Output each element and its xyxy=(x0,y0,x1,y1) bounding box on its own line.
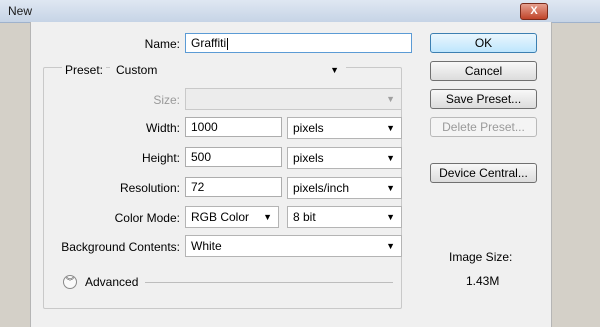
name-label: Name: xyxy=(144,37,180,51)
title-bar: New X xyxy=(0,0,600,23)
height-unit-value: pixels xyxy=(293,151,324,165)
preset-value: Custom xyxy=(116,63,158,77)
advanced-toggle-button[interactable]: ︾ xyxy=(63,275,77,289)
chevron-down-icon: ▼ xyxy=(386,94,395,104)
chevron-down-icon: ▼ xyxy=(386,183,395,193)
window-title: New xyxy=(8,4,33,18)
advanced-label: Advanced xyxy=(85,275,139,289)
chevron-down-icon: ▼ xyxy=(386,153,395,163)
resolution-field[interactable]: 72 xyxy=(185,177,282,197)
chevron-down-icon: ▼ xyxy=(386,241,395,251)
size-dropdown: ▼ xyxy=(185,88,402,110)
resolution-unit-dropdown[interactable]: pixels/inch ▼ xyxy=(287,177,402,199)
color-mode-dropdown[interactable]: RGB Color ▼ xyxy=(185,206,279,228)
advanced-divider xyxy=(145,282,393,283)
background-contents-value: White xyxy=(191,239,222,253)
preset-label: Preset: xyxy=(62,63,107,77)
chevron-down-icon: ▼ xyxy=(263,212,272,222)
width-value: 1000 xyxy=(191,120,218,134)
name-field[interactable]: Graffiti xyxy=(185,33,412,53)
width-unit-dropdown[interactable]: pixels ▼ xyxy=(287,117,402,139)
chevron-down-icon: ▼ xyxy=(386,123,395,133)
background-contents-label: Background Contents: xyxy=(61,240,180,254)
resolution-label: Resolution: xyxy=(119,181,180,195)
text-caret xyxy=(227,37,229,50)
chevron-down-icon: ▼ xyxy=(386,212,395,222)
height-value: 500 xyxy=(191,150,212,164)
height-label: Height: xyxy=(141,151,180,165)
height-unit-dropdown[interactable]: pixels ▼ xyxy=(287,147,402,169)
chevron-double-down-icon: ︾ xyxy=(66,277,74,286)
ok-button[interactable]: OK xyxy=(430,33,537,53)
close-button[interactable]: X xyxy=(520,3,548,20)
color-mode-label: Color Mode: xyxy=(114,211,180,225)
close-icon: X xyxy=(530,5,538,17)
delete-preset-button: Delete Preset... xyxy=(430,117,537,137)
preset-dropdown[interactable]: Custom ▼ xyxy=(110,59,346,81)
cancel-button[interactable]: Cancel xyxy=(430,61,537,81)
resolution-value: 72 xyxy=(191,180,205,194)
chevron-down-icon: ▼ xyxy=(330,65,339,75)
device-central-button[interactable]: Device Central... xyxy=(430,163,537,183)
width-label: Width: xyxy=(145,121,180,135)
save-preset-button[interactable]: Save Preset... xyxy=(430,89,537,109)
color-mode-value: RGB Color xyxy=(191,210,250,224)
width-unit-value: pixels xyxy=(293,121,324,135)
resolution-unit-value: pixels/inch xyxy=(293,181,350,195)
background-contents-dropdown[interactable]: White ▼ xyxy=(185,235,402,257)
width-field[interactable]: 1000 xyxy=(185,117,282,137)
image-size-label: Image Size: xyxy=(449,250,513,264)
height-field[interactable]: 500 xyxy=(185,147,282,167)
image-size-value: 1.43M xyxy=(466,274,500,288)
bit-depth-dropdown[interactable]: 8 bit ▼ xyxy=(287,206,402,228)
name-value: Graffiti xyxy=(191,36,227,50)
size-label: Size: xyxy=(153,93,180,107)
bit-depth-value: 8 bit xyxy=(293,210,316,224)
